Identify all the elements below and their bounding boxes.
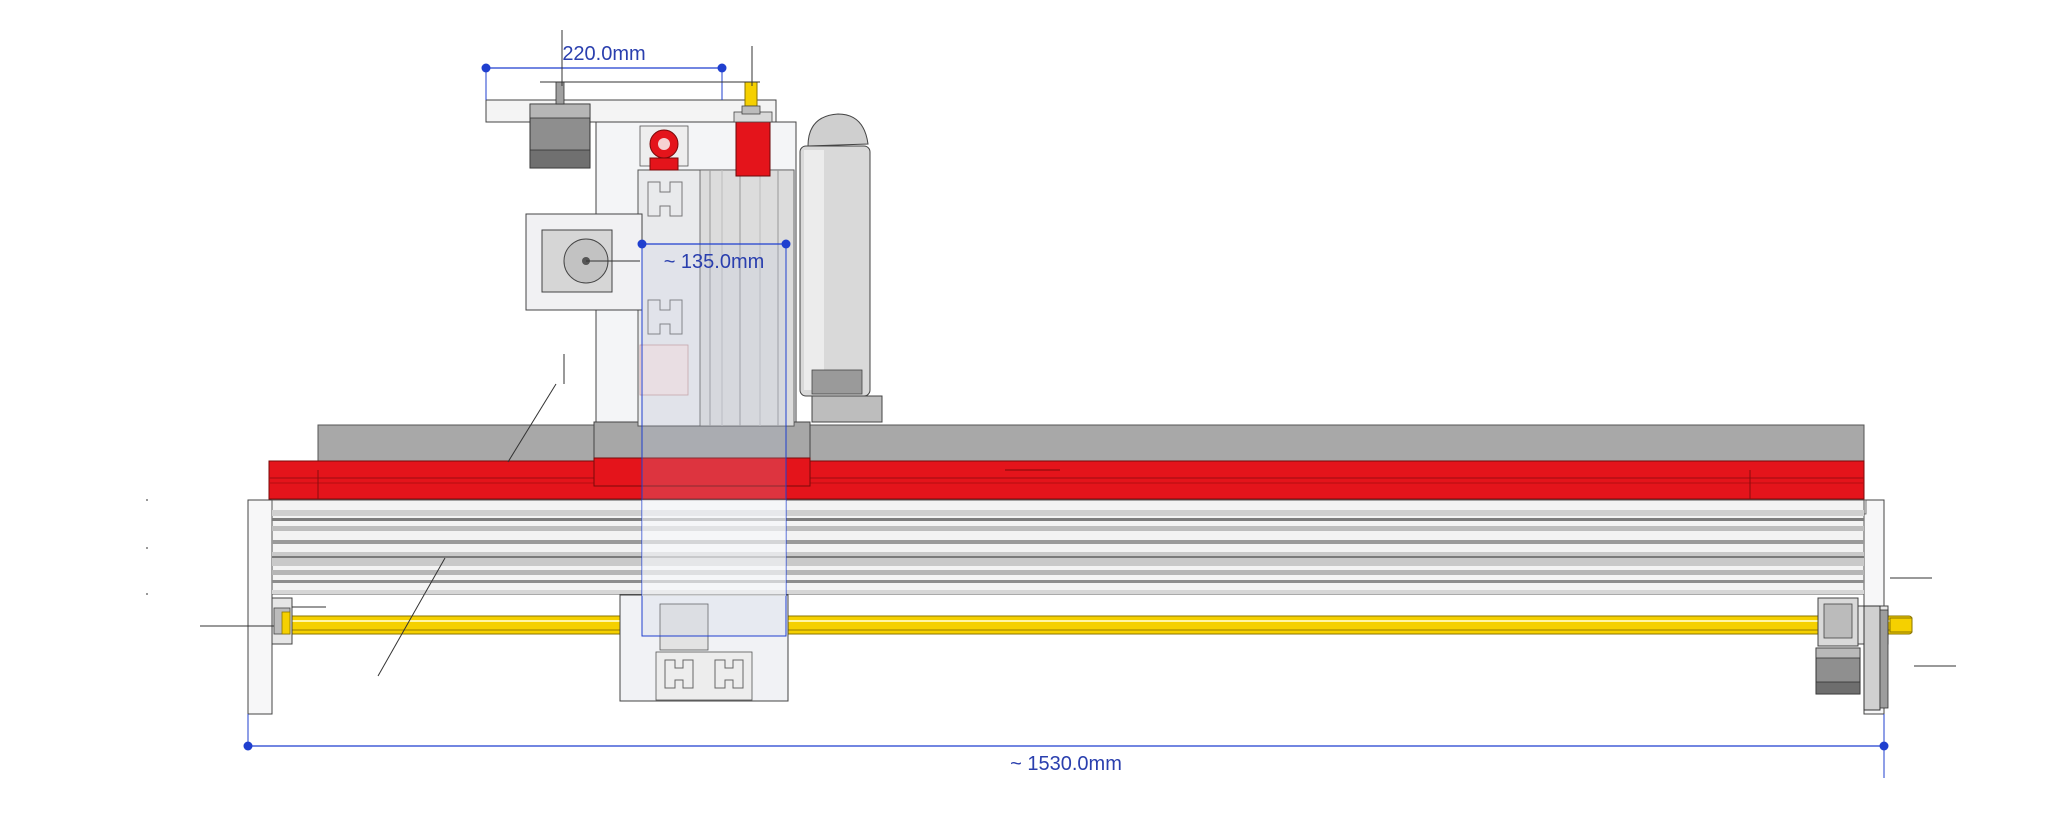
side-motor-plate: [525, 213, 643, 311]
cnc-gantry-drawing: 220.0mm ~ 135.0mm ~ 1530.0mm: [146, 30, 1956, 778]
red-bearing-block: [639, 125, 689, 171]
dimension-top-width: 220.0mm: [481, 30, 760, 100]
aluminium-extrusion: [271, 499, 1865, 595]
top-stepper-motor: [529, 81, 591, 169]
left-end-plate: [247, 499, 273, 715]
dimension-top-width-label: 220.0mm: [562, 43, 645, 65]
spindle: [799, 113, 883, 423]
dimension-overall-length: ~ 1530.0mm: [243, 714, 1889, 778]
dimension-carriage-width-label: ~ 135.0mm: [664, 251, 765, 273]
red-linear-rail: [268, 460, 1865, 500]
yellow-lead-screw: [281, 615, 1913, 635]
red-z-motor: [733, 81, 773, 177]
gray-top-plate: [317, 424, 1865, 464]
dimension-overall-length-label: ~ 1530.0mm: [1010, 753, 1122, 775]
